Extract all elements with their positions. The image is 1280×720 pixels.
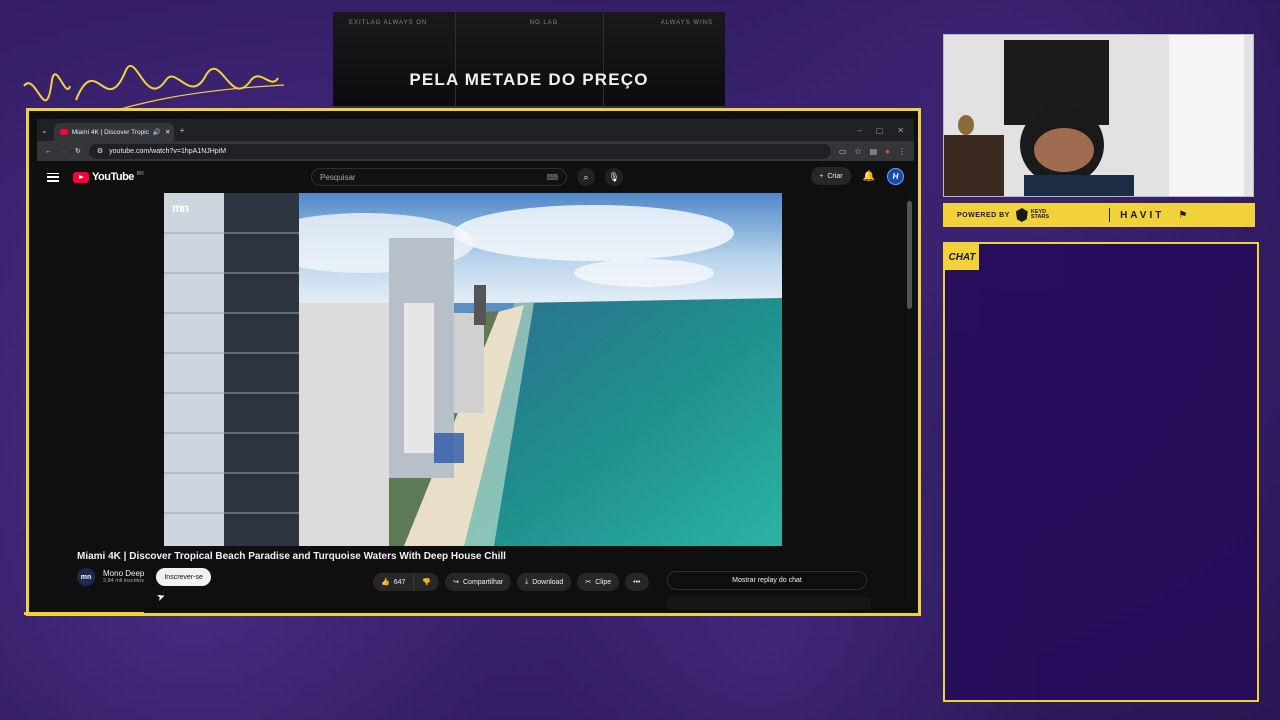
reload-icon[interactable]: ↻	[75, 147, 81, 155]
youtube-play-icon	[73, 171, 89, 183]
back-arrow-icon[interactable]: ←	[45, 148, 52, 155]
video-title: Miami 4K | Discover Tropical Beach Parad…	[77, 551, 506, 562]
share-button[interactable]: ↪ Compartilhar	[445, 573, 512, 591]
thumbs-up-icon: 👍	[381, 579, 390, 586]
hamburger-menu-icon[interactable]	[47, 172, 59, 182]
video-player[interactable]: mn	[164, 193, 782, 546]
more-actions-button[interactable]: •••	[625, 573, 649, 591]
webcam-image	[944, 35, 1253, 196]
scroll-thumb[interactable]	[907, 201, 912, 309]
new-tab-button[interactable]: +	[180, 126, 185, 135]
youtube-logo-text: YouTube	[92, 171, 134, 183]
youtube-logo[interactable]: YouTube BR	[73, 171, 144, 183]
search-input[interactable]: Pesquisar ⌨	[311, 168, 567, 186]
tab-search-icon[interactable]: ⌄	[41, 126, 48, 135]
related-chips[interactable]	[667, 597, 871, 609]
url-text: youtube.com/watch?v=1hpA1NJHpiM	[109, 147, 227, 155]
youtube-header: YouTube BR Pesquisar ⌨ ⌕ 🎙 + Criar 🔔 H	[37, 161, 914, 193]
havit-logo: HAVIT	[1120, 209, 1165, 221]
chat-label: CHAT	[945, 244, 979, 270]
subscribe-button[interactable]: Inscrever-se	[156, 568, 211, 586]
channel-name[interactable]: Mono Deep	[103, 569, 144, 579]
browser-menu-icon[interactable]: ⋮	[898, 147, 906, 156]
clip-label: Clipe	[595, 578, 612, 586]
chat-panel: CHAT	[943, 242, 1259, 702]
show-chat-replay-button[interactable]: Mostrar replay do chat	[667, 571, 867, 590]
tab-youtube[interactable]: Miami 4K | Discover Tropic 🔊 ✕	[53, 123, 174, 141]
ad-headline: PELA METADE DO PREÇO	[409, 70, 649, 89]
plus-icon: +	[819, 172, 824, 180]
keyd-stars-logo: KEYD STARS	[1015, 208, 1050, 222]
search-icon[interactable]: ⌕	[577, 168, 595, 186]
share-label: Compartilhar	[463, 578, 504, 586]
maximize-button[interactable]: ▢	[876, 126, 884, 135]
sponsor-divider	[1109, 208, 1111, 222]
forward-arrow-icon[interactable]: →	[60, 148, 67, 155]
tab-title: Miami 4K | Discover Tropic	[71, 128, 149, 136]
subscriber-count: 2,84 mil inscritos	[103, 578, 144, 585]
cast-icon[interactable]: ▭	[839, 147, 847, 156]
team-mark-icon: ⚑	[1178, 209, 1188, 221]
extensions-icon[interactable]: ▤	[870, 147, 878, 156]
create-button[interactable]: + Criar	[811, 167, 851, 185]
close-window-button[interactable]: ✕	[897, 126, 904, 135]
sponsor-bar: POWERED BY KEYD STARS HAVIT ⚑	[943, 203, 1255, 227]
url-field[interactable]: ⚙ youtube.com/watch?v=1hpA1NJHpiM	[88, 143, 831, 159]
tab-close-icon[interactable]: ✕	[165, 128, 170, 136]
like-button[interactable]: 👍 647	[373, 573, 415, 591]
video-info: Miami 4K | Discover Tropical Beach Parad…	[77, 551, 657, 591]
share-icon: ↪	[453, 579, 459, 586]
page-scrollbar[interactable]	[907, 193, 912, 605]
ad-tag-right: ALWAYS WINS	[660, 20, 713, 26]
browser-window: ⌄ Miami 4K | Discover Tropic 🔊 ✕ + – ▢ ✕…	[37, 119, 914, 609]
minimize-button[interactable]: –	[857, 126, 861, 135]
stream-frame: ⌄ Miami 4K | Discover Tropic 🔊 ✕ + – ▢ ✕…	[26, 108, 921, 616]
frame-accent	[24, 607, 144, 615]
site-info-icon[interactable]: ⚙	[97, 147, 103, 155]
dislike-button[interactable]: 👎	[414, 573, 440, 591]
download-icon: ⤓	[525, 578, 529, 585]
channel-watermark: mn	[172, 201, 189, 215]
tab-bar: ⌄ Miami 4K | Discover Tropic 🔊 ✕ + – ▢ ✕	[37, 119, 914, 141]
account-avatar[interactable]: H	[887, 167, 904, 185]
shield-icon	[1015, 208, 1028, 222]
address-bar: ← → ↻ ⚙ youtube.com/watch?v=1hpA1NJHpiM …	[37, 141, 914, 161]
clip-button[interactable]: ✂ Clipe	[577, 573, 620, 591]
tab-audio-icon[interactable]: 🔊	[153, 128, 161, 136]
like-count: 647	[393, 578, 406, 586]
scissors-icon: ✂	[585, 579, 592, 586]
webcam-feed	[943, 34, 1254, 197]
keyboard-icon[interactable]: ⌨	[546, 173, 558, 182]
download-label: Download	[532, 578, 564, 586]
youtube-favicon-icon	[59, 129, 68, 135]
channel-avatar[interactable]: mn	[77, 568, 95, 586]
ad-tag-left: EXITLAG ALWAYS ON	[349, 20, 428, 26]
ad-banner: EXITLAG ALWAYS ON NO LAG ALWAYS WINS PEL…	[333, 12, 725, 108]
bookmark-star-icon[interactable]: ☆	[854, 147, 861, 156]
profile-icon[interactable]: ●	[885, 147, 890, 156]
search-placeholder: Pesquisar	[320, 172, 356, 182]
create-label: Criar	[827, 172, 843, 180]
microphone-icon[interactable]: 🎙	[605, 168, 623, 186]
download-button[interactable]: ⤓ Download	[517, 573, 572, 591]
country-code: BR	[136, 171, 144, 177]
powered-by-label: POWERED BY	[957, 211, 1010, 219]
bell-icon[interactable]: 🔔	[863, 171, 875, 182]
keyd-line2: STARS	[1030, 214, 1050, 220]
video-frame	[164, 193, 782, 546]
ad-tag-center: NO LAG	[529, 20, 559, 26]
thumbs-down-icon: 👎	[422, 579, 432, 586]
